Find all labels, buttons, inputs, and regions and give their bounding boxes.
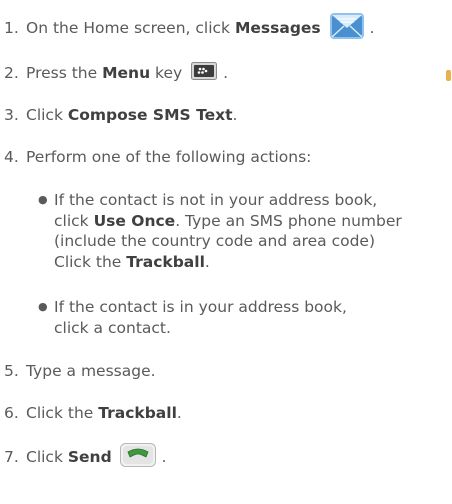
use-once-label: Use Once — [93, 211, 176, 230]
bullet-item-in-address-book: ● If the contact is in your address book… — [38, 297, 347, 338]
step-text: Click the — [26, 404, 99, 422]
step-end: . — [369, 19, 375, 37]
step-5: 5. Type a message. — [4, 361, 448, 381]
compose-sms-label: Compose SMS Text — [67, 106, 233, 124]
step-4: 4. Perform one of the following actions: — [4, 147, 448, 167]
bullet-line: Click the Trackball. — [54, 252, 210, 271]
bullet-dot: ● — [38, 193, 48, 206]
step-number: 7. — [4, 448, 19, 466]
step-end: . — [223, 64, 229, 82]
trackball-label: Trackball — [126, 252, 205, 271]
blackberry-menu-key-icon — [191, 62, 218, 85]
step-end: . — [232, 106, 238, 124]
bullet-line: click a contact. — [54, 318, 171, 337]
step-text-suffix: key — [150, 64, 183, 82]
bullet-line: If the contact is in your address book, — [54, 298, 347, 316]
step-text: Perform one of the following actions: — [26, 148, 312, 166]
bullet-item-not-in-address-book: ● If the contact is not in your address … — [38, 190, 402, 272]
bullet-dot: ● — [38, 300, 48, 313]
bullet-line: If the contact is not in your address bo… — [54, 191, 378, 209]
step-text: On the Home screen, click — [26, 19, 235, 37]
step-number: 2. — [4, 64, 19, 82]
step-text: Click — [26, 448, 68, 466]
step-text: Type a message. — [26, 362, 156, 380]
bullet-line: click Use Once. Type an SMS phone number — [54, 211, 402, 230]
menu-label: Menu — [102, 64, 151, 82]
messages-envelope-icon — [329, 11, 365, 46]
step-number: 1. — [4, 19, 19, 37]
step-number: 3. — [4, 106, 19, 124]
step-2: 2. Press the Menu key . — [4, 62, 448, 85]
send-phone-icon — [119, 443, 156, 472]
step-number: 5. — [4, 362, 19, 380]
step-text: Press the — [26, 64, 103, 82]
bullet-line: (include the country code and area code) — [54, 232, 376, 250]
messages-label: Messages — [234, 19, 321, 37]
step-number: 6. — [4, 404, 19, 422]
step-number: 4. — [4, 148, 19, 166]
step-end: . — [176, 404, 182, 422]
step-7: 7. Click Send . — [4, 443, 448, 472]
step-6: 6. Click the Trackball. — [4, 403, 448, 423]
send-label: Send — [67, 448, 112, 466]
step-3: 3. Click Compose SMS Text. — [4, 105, 448, 125]
step-text: Click — [26, 106, 68, 124]
trackball-label: Trackball — [98, 404, 177, 422]
step-end: . — [161, 448, 167, 466]
step-1: 1. On the Home screen, click Messages . — [4, 11, 448, 46]
